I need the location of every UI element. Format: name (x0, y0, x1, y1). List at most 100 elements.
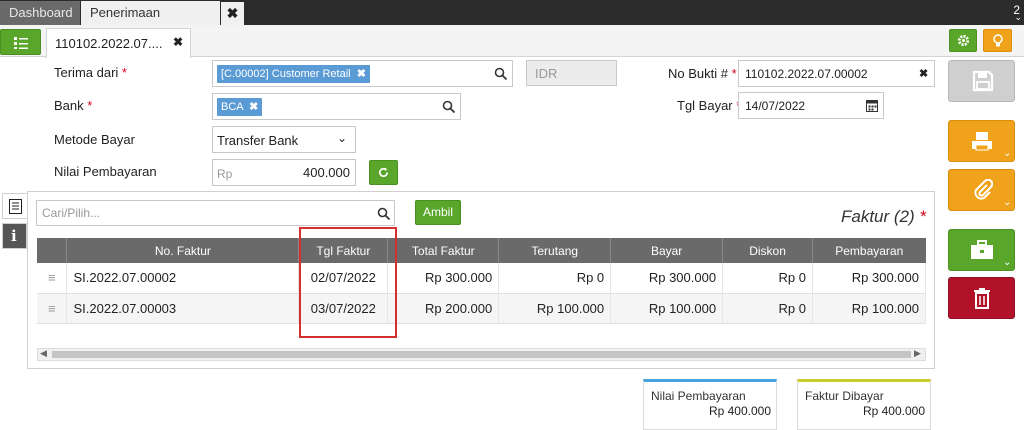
info-icon: i (11, 227, 17, 245)
attachment-icon (974, 179, 993, 200)
refresh-icon (379, 167, 389, 177)
cell-pembayaran: Rp 300.000 (812, 263, 926, 294)
chevron-down-icon: ⌄ (1014, 12, 1022, 22)
table-row[interactable]: ≡ SI.2022.07.00003 03/07/2022 Rp 200.000… (37, 293, 926, 324)
tgl-bayar-field[interactable]: 14/07/2022 (738, 92, 884, 119)
cell-pembayaran: Rp 100.000 (812, 293, 926, 324)
settings-icon (957, 34, 969, 47)
cell-bayar[interactable]: Rp 100.000 (610, 293, 724, 324)
faktur-title: Faktur (2) * (841, 207, 927, 226)
tab-detail[interactable] (2, 193, 27, 219)
close-icon[interactable]: ✖ (173, 35, 183, 49)
briefcase-icon (971, 240, 993, 259)
header-bayar[interactable]: Bayar (610, 238, 724, 263)
search-icon[interactable] (377, 207, 391, 221)
cell-no-faktur: SI.2022.07.00002 (66, 263, 300, 294)
no-bukti-label: No Bukti # * (668, 66, 737, 81)
top-tab-bar: Dashboard Penerimaan Penjualan ✖ 2 ⌄ (0, 0, 1024, 44)
summary-nilai-label: Nilai Pembayaran (651, 389, 746, 403)
chevron-down-icon: ⌄ (1003, 148, 1012, 159)
no-bukti-value: 110102.2022.07.00002 (745, 67, 868, 81)
close-tab-button[interactable]: ✖ (221, 2, 244, 25)
search-icon[interactable] (494, 67, 508, 81)
faktur-search-input[interactable]: Cari/Pilih... (36, 200, 395, 226)
actions-button[interactable]: ⌄ (948, 229, 1015, 271)
header-terutang[interactable]: Terutang (498, 238, 612, 263)
delete-button[interactable] (948, 277, 1015, 319)
terima-dari-field[interactable]: [C.00002] Customer Retail ✖ (212, 60, 513, 87)
tab-penerimaan-penjualan[interactable]: Penerimaan Penjualan (81, 1, 220, 44)
document-icon (9, 199, 22, 214)
summary-faktur-value: Rp 400.000 (862, 404, 925, 418)
cell-diskon[interactable]: Rp 0 (722, 293, 813, 324)
refresh-button[interactable] (369, 160, 398, 185)
save-icon (972, 70, 994, 92)
horizontal-scrollbar[interactable]: ◀ ▶ (37, 348, 926, 361)
save-button[interactable] (948, 60, 1015, 102)
tgl-bayar-label: Tgl Bayar * (677, 98, 741, 113)
drag-handle-icon[interactable]: ≡ (37, 293, 68, 324)
metode-bayar-label: Metode Bayar (54, 132, 135, 147)
chevron-down-icon: ⌄ (1003, 257, 1012, 268)
close-icon: ✖ (226, 5, 239, 21)
nilai-pembayaran-label: Nilai Pembayaran (54, 164, 157, 179)
header-diskon[interactable]: Diskon (722, 238, 813, 263)
scroll-right-icon[interactable]: ▶ (914, 348, 921, 359)
print-icon (972, 132, 992, 151)
search-placeholder: Cari/Pilih... (42, 206, 101, 220)
header-pembayaran[interactable]: Pembayaran (812, 238, 926, 263)
drag-handle-icon[interactable]: ≡ (37, 263, 68, 294)
cell-terutang: Rp 0 (498, 263, 612, 294)
search-icon[interactable] (442, 100, 456, 114)
summary-faktur-label: Faktur Dibayar (805, 389, 884, 403)
clear-icon[interactable]: ✖ (919, 67, 928, 80)
cell-terutang: Rp 100.000 (498, 293, 612, 324)
bank-field[interactable]: BCA ✖ (212, 93, 461, 120)
cell-total-faktur: Rp 200.000 (387, 293, 500, 324)
currency-value: IDR (535, 66, 558, 81)
header-handle (37, 238, 68, 263)
list-icon (13, 37, 28, 49)
no-bukti-field[interactable]: 110102.2022.07.00002 ✖ (738, 60, 935, 87)
chevron-down-icon: ⌄ (1003, 197, 1012, 208)
nilai-pembayaran-field[interactable]: Rp 400.000 (212, 159, 356, 186)
header-no-faktur[interactable]: No. Faktur (66, 238, 300, 263)
terima-dari-label: Terima dari * (54, 65, 127, 80)
tab-dashboard-label: Dashboard (9, 5, 73, 20)
tab-dashboard[interactable]: Dashboard (0, 1, 80, 25)
selected-bank-tag[interactable]: BCA ✖ (217, 98, 263, 116)
attachment-button[interactable]: ⌄ (948, 169, 1015, 211)
bank-label: Bank * (54, 98, 93, 113)
summary-nilai-pembayaran: Nilai Pembayaran Rp 400.000 (643, 379, 777, 430)
summary-nilai-value: Rp 400.000 (708, 404, 771, 418)
calendar-icon[interactable] (866, 99, 878, 112)
summary-faktur-dibayar: Faktur Dibayar Rp 400.000 (797, 379, 931, 430)
scrollbar-thumb[interactable] (52, 351, 911, 358)
menu-list-button[interactable] (0, 29, 41, 55)
settings-button[interactable] (949, 29, 977, 52)
metode-bayar-value: Transfer Bank (217, 133, 299, 148)
highlight-box (299, 227, 397, 338)
cell-diskon[interactable]: Rp 0 (722, 263, 813, 294)
table-row[interactable]: ≡ SI.2022.07.00002 02/07/2022 Rp 300.000… (37, 263, 926, 294)
lightbulb-icon (992, 34, 1003, 47)
cell-bayar[interactable]: Rp 300.000 (610, 263, 724, 294)
tips-button[interactable] (983, 29, 1012, 52)
nilai-pembayaran-value: 400.000 (303, 165, 350, 180)
scroll-left-icon[interactable]: ◀ (40, 348, 47, 359)
currency-prefix: Rp (217, 167, 233, 181)
document-tab[interactable]: 110102.2022.07.... ✖ (46, 28, 191, 58)
document-tab-label: 110102.2022.07.... (55, 36, 163, 51)
tgl-bayar-value: 14/07/2022 (745, 99, 806, 113)
tab-info[interactable]: i (2, 223, 27, 249)
cell-total-faktur: Rp 300.000 (387, 263, 500, 294)
metode-bayar-select[interactable]: Transfer Bank ⌄ (212, 126, 356, 153)
selected-customer-tag[interactable]: [C.00002] Customer Retail ✖ (217, 65, 370, 83)
header-total-faktur[interactable]: Total Faktur (387, 238, 500, 263)
print-button[interactable]: ⌄ (948, 120, 1015, 162)
table-header: No. Faktur Tgl Faktur Total Faktur Terut… (37, 238, 926, 263)
ambil-button[interactable]: Ambil (415, 200, 461, 225)
faktur-table: No. Faktur Tgl Faktur Total Faktur Terut… (37, 238, 926, 324)
currency-field: IDR (526, 60, 617, 86)
trash-icon (974, 288, 990, 309)
